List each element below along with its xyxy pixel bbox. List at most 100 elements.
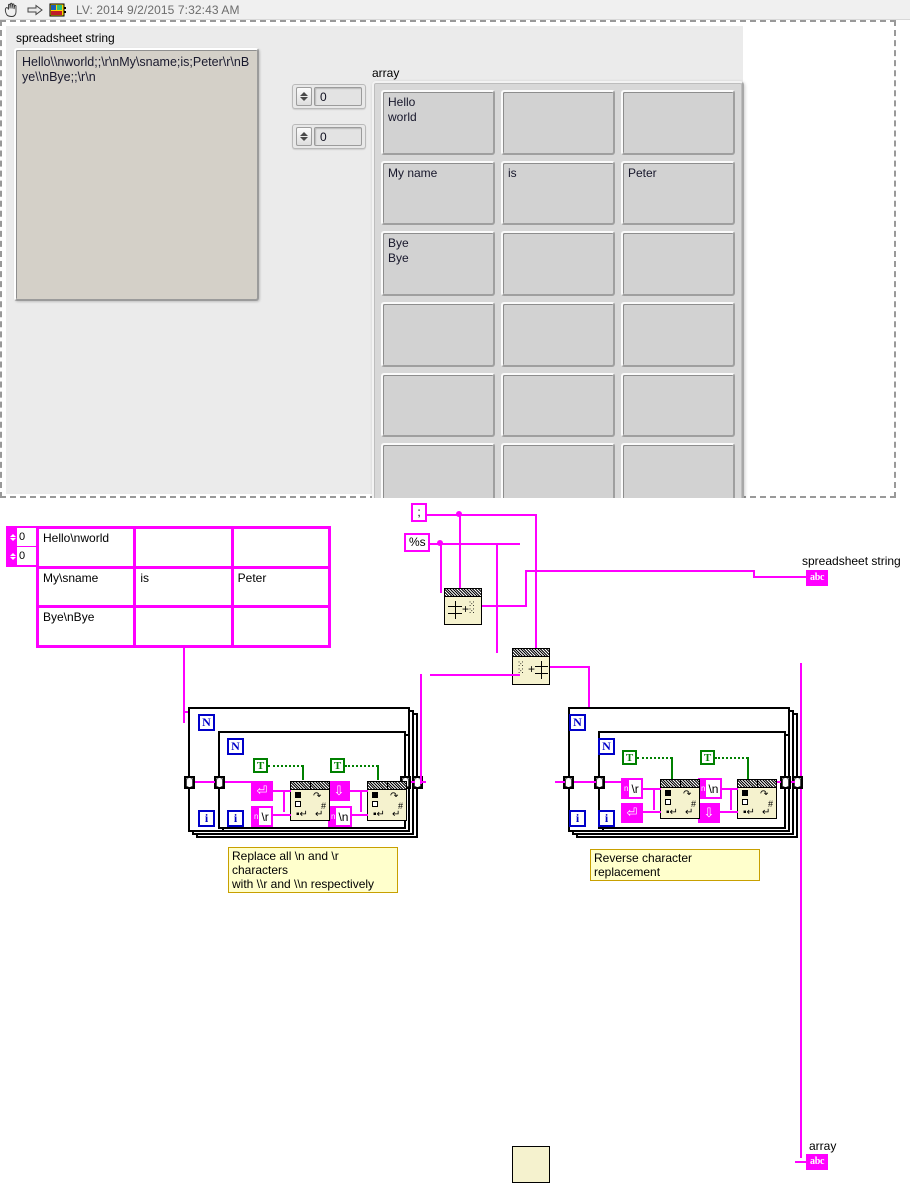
right-backslash-r-constant[interactable]: n \r (621, 778, 643, 799)
right-inner-loop-output-tunnel: [] (780, 776, 791, 789)
bd-array-cell[interactable] (233, 529, 328, 566)
bd-array-index-display[interactable]: 0 0 (6, 526, 38, 567)
bd-array-cell[interactable]: Hello\nworld (39, 529, 134, 566)
right-outer-loop-count[interactable]: N (569, 714, 586, 731)
right-inner-loop-count[interactable]: N (598, 738, 615, 755)
column-index-value[interactable]: 0 (314, 127, 362, 146)
toolbar: LV: 2014 9/2/2015 7:32:43 AM (0, 0, 910, 20)
array-indicator[interactable]: Hello world My name is Peter Bye Bye (372, 81, 744, 517)
left-bool-wire-1 (268, 765, 303, 767)
spreadsheet-string-to-array-node[interactable] (512, 1146, 550, 1183)
array-cell[interactable] (381, 372, 495, 438)
bd-index-value-0: 0 (19, 531, 26, 543)
bd-array-cell[interactable]: Peter (233, 568, 328, 606)
left-search-replace-node-1[interactable]: ↷ # ▪↵ ↵ (290, 781, 330, 821)
array-to-spreadsheet-string-node[interactable]: + ⁙ ⁙ (444, 588, 482, 625)
right-bool-constant-2[interactable]: T (700, 750, 715, 765)
row-index-value[interactable]: 0 (314, 87, 362, 106)
left-search-replace-node-2[interactable]: ↷ # ▪↵ ↵ (367, 781, 407, 821)
array-cell[interactable]: Hello world (381, 90, 495, 155)
array-indicator-terminal[interactable]: abc (806, 1154, 829, 1170)
table-grid-icon (535, 661, 548, 679)
node-glyph-area: ↷ # ▪↵ ↵ (742, 789, 774, 818)
array-cell[interactable] (501, 301, 615, 367)
bd-index-row-1[interactable]: 0 (8, 547, 36, 565)
right-backslash-n-constant[interactable]: n \n (698, 778, 723, 799)
block-diagram: 0 0 Hello\nworld My\sname is Peter Bye\nBye … (0, 498, 910, 1183)
column-index-stepper[interactable] (296, 127, 312, 146)
stepper-up-icon[interactable] (300, 92, 308, 96)
right-bool-wire-2 (715, 757, 748, 759)
bd-array-cell[interactable]: Bye\nBye (39, 608, 134, 645)
array-cell[interactable]: is (501, 160, 615, 226)
run-arrow-icon[interactable] (26, 2, 44, 18)
spreadsheet-string-label: spreadsheet string (16, 31, 115, 45)
column-index-control[interactable]: 0 (292, 124, 366, 149)
right-carriage-return-constant[interactable]: ⏎ (621, 803, 643, 823)
array-cell[interactable] (621, 231, 735, 296)
right-outer-loop-iterator[interactable]: i (569, 810, 586, 827)
array-cell[interactable]: Peter (621, 160, 735, 226)
table-grid-icon (448, 601, 462, 619)
stepper-down-icon[interactable] (300, 137, 308, 141)
left-backslash-n-text: \n (336, 808, 351, 825)
left-bool-wire-2 (345, 765, 378, 767)
left-carriage-return-constant[interactable]: ⏎ (251, 781, 273, 801)
array-cell[interactable] (501, 90, 615, 155)
node-terminal-strip-icon (445, 589, 481, 597)
array-cell[interactable]: Bye Bye (381, 231, 495, 296)
array-cell[interactable] (621, 90, 735, 155)
bd-array-cell[interactable] (233, 608, 328, 645)
right-search-replace-node-2[interactable]: ↷ # ▪↵ ↵ (737, 779, 777, 819)
bd-index-row-0[interactable]: 0 (8, 528, 36, 547)
row-index-stepper[interactable] (296, 87, 312, 106)
format-string-constant[interactable]: %s (404, 533, 430, 552)
left-outer-loop-iterator[interactable]: i (198, 810, 215, 827)
left-inner-loop-iterator[interactable]: i (227, 810, 244, 827)
left-bool-constant-1[interactable]: T (253, 758, 268, 773)
spreadsheet-string-to-array-node-real[interactable]: ⁙ ⁙ + (512, 648, 550, 685)
stepper-down-icon[interactable] (300, 97, 308, 101)
spreadsheet-string-textbox[interactable]: Hello\\nworld;;\r\nMy\sname;is;Peter\r\n… (14, 48, 259, 301)
spreadsheet-string-indicator-terminal[interactable]: abc (806, 570, 829, 586)
right-bool-wire-1 (637, 757, 672, 759)
left-backslash-r-text: \r (259, 808, 271, 825)
bd-array-cell[interactable]: is (136, 568, 231, 606)
bd-index-stepper-icon[interactable] (8, 547, 17, 565)
array-cell[interactable] (501, 231, 615, 296)
left-bool-constant-2[interactable]: T (330, 758, 345, 773)
array-cell[interactable] (621, 372, 735, 438)
delimiter-string-constant[interactable]: ; (411, 503, 427, 522)
bd-string-array-constant[interactable]: Hello\nworld My\sname is Peter Bye\nBye (36, 526, 331, 648)
left-outer-loop-count[interactable]: N (198, 714, 215, 731)
array-cell[interactable]: My name (381, 160, 495, 226)
bd-array-cell[interactable] (136, 608, 231, 645)
array-cell[interactable] (381, 301, 495, 367)
left-backslash-r-constant[interactable]: n \r (251, 806, 273, 827)
bd-index-value-1: 0 (19, 550, 26, 562)
right-line-feed-constant[interactable]: ⇩ (698, 803, 720, 823)
node-glyph-area: + ⁙ ⁙ (445, 597, 481, 623)
hand-cursor-icon[interactable] (3, 2, 21, 18)
left-line-feed-constant[interactable]: ⇩ (328, 781, 350, 801)
plus-icon: + (528, 662, 536, 676)
array-cell[interactable] (621, 301, 735, 367)
labview-vi-icon[interactable] (49, 2, 67, 18)
row-index-control[interactable]: 0 (292, 84, 366, 109)
array-cell[interactable] (501, 372, 615, 438)
bd-array-cell[interactable] (136, 529, 231, 566)
left-backslash-n-constant[interactable]: n \n (328, 806, 353, 827)
stepper-up-icon[interactable] (300, 132, 308, 136)
right-backslash-n-text: \n (706, 780, 721, 797)
right-inner-loop-iterator[interactable]: i (598, 810, 615, 827)
array-label: array (372, 66, 400, 80)
node-glyph-area: ↷ # ▪↵ ↵ (665, 789, 697, 818)
bd-index-stepper-icon[interactable] (8, 528, 17, 546)
left-inner-loop-count[interactable]: N (227, 738, 244, 755)
bd-array-cell[interactable]: My\sname (39, 568, 134, 606)
array-indicator-label: array (809, 1139, 837, 1153)
node-glyph-area: ↷ # ▪↵ ↵ (295, 791, 327, 820)
right-search-replace-node-1[interactable]: ↷ # ▪↵ ↵ (660, 779, 700, 819)
right-bool-constant-1[interactable]: T (622, 750, 637, 765)
node-glyph-area: ⁙ ⁙ + (513, 657, 549, 683)
